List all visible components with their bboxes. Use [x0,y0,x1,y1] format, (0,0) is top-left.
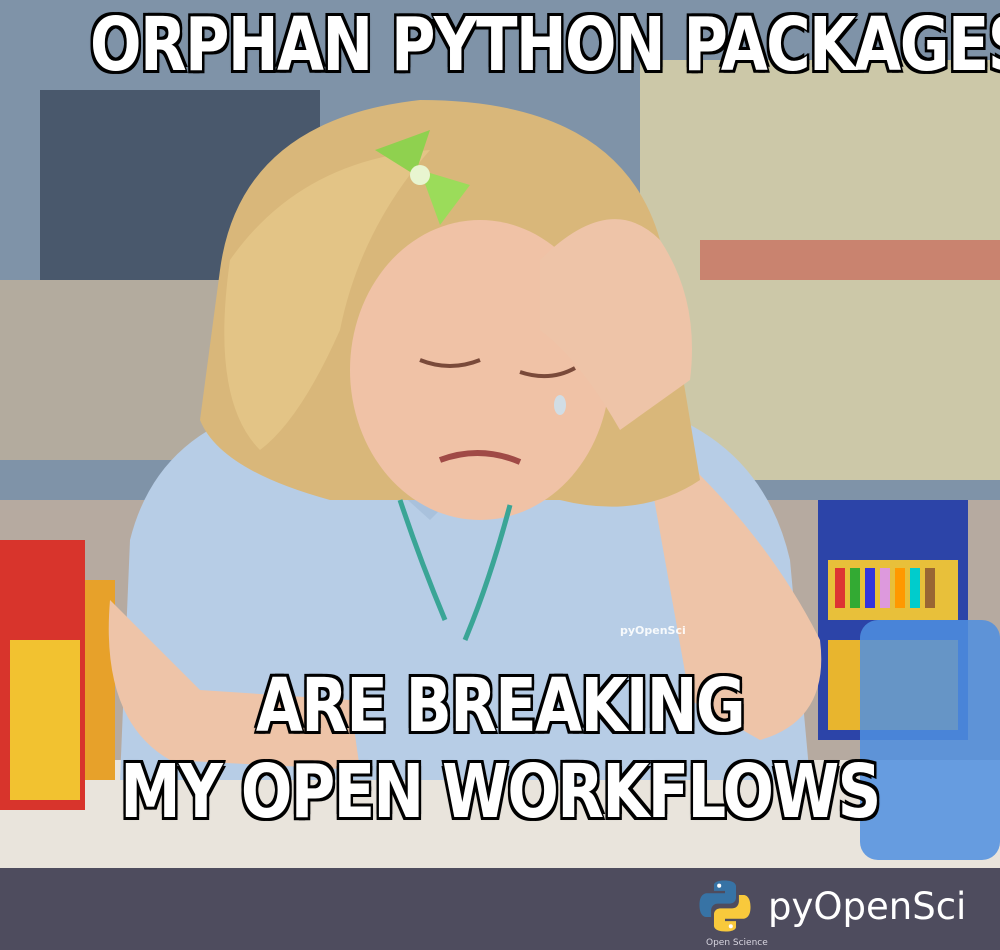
footer-bar: pyOpenSci Open Science [0,868,1000,950]
meme-bottom-text-line-2: MY OPEN WORKFLOWS [119,749,883,835]
brand-tagline: Open Science [706,938,768,948]
brand-lockup: pyOpenSci [696,876,966,936]
brand-name: pyOpenSci [768,884,967,928]
meme-page: ORPHAN PYTHON PACKAGES ARE BREAKING MY O… [0,0,1000,950]
meme-bottom-text-line-1: ARE BREAKING [255,663,747,749]
python-logo-icon [699,880,751,932]
watermark: pyOpenSci [620,624,686,637]
meme-photo: ORPHAN PYTHON PACKAGES ARE BREAKING MY O… [0,0,1000,868]
meme-top-text: ORPHAN PYTHON PACKAGES [89,1,1000,90]
